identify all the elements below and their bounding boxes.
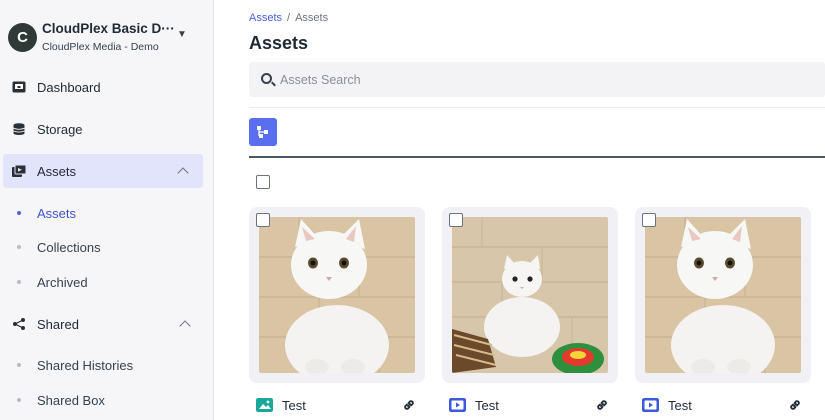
account-switcher[interactable]: C CloudPlex Basic D··· CloudPlex Media -… (8, 18, 208, 60)
asset-checkbox[interactable] (256, 213, 270, 227)
sidebar-subitem-shared-histories[interactable]: Shared Histories (0, 352, 214, 378)
sidebar-subitem-archived[interactable]: Archived (0, 269, 214, 295)
sidebar-item-label: Storage (37, 121, 83, 137)
asset-name[interactable]: Test (475, 398, 499, 413)
asset-card-footer: Test (442, 396, 609, 414)
bullet-icon (17, 211, 21, 215)
account-name: CloudPlex Basic D··· (42, 21, 175, 36)
sidebar-item-assets[interactable]: Assets (3, 154, 203, 188)
sidebar-item-storage[interactable]: Storage (0, 112, 214, 146)
sidebar: C CloudPlex Basic D··· CloudPlex Media -… (0, 0, 214, 420)
sidebar-subitem-label: Archived (37, 275, 88, 290)
search-icon (261, 73, 272, 84)
dashboard-icon (12, 81, 26, 93)
breadcrumb-current: Assets (295, 12, 329, 24)
sidebar-item-label: Assets (37, 163, 77, 179)
bullet-icon (17, 245, 21, 249)
asset-card-footer: Test (249, 396, 416, 414)
breadcrumb: Assets / Assets (249, 12, 328, 24)
asset-card[interactable] (635, 207, 811, 383)
account-org: CloudPlex Media - Demo (42, 41, 159, 53)
search-input[interactable] (280, 62, 800, 97)
asset-card[interactable] (249, 207, 425, 383)
sidebar-item-dashboard[interactable]: Dashboard (0, 70, 214, 104)
link-icon[interactable] (595, 398, 609, 412)
sidebar-subitem-assets[interactable]: Assets (0, 200, 214, 226)
video-icon (449, 398, 466, 412)
asset-checkbox[interactable] (449, 213, 463, 227)
hierarchy-icon (257, 126, 268, 138)
database-icon (13, 123, 25, 135)
divider (249, 156, 825, 158)
select-all-checkbox[interactable] (256, 175, 270, 189)
sidebar-subitem-label: Shared Box (37, 393, 105, 408)
bullet-icon (17, 280, 21, 284)
caret-down-icon[interactable]: ▼ (177, 29, 187, 40)
avatar: C (8, 23, 37, 52)
sidebar-subitem-label: Shared Histories (37, 358, 134, 373)
asset-thumbnail[interactable] (645, 217, 801, 373)
asset-name[interactable]: Test (668, 398, 692, 413)
sidebar-subitem-shared-box[interactable]: Shared Box (0, 387, 214, 413)
divider (249, 107, 825, 108)
chevron-up-icon[interactable] (179, 320, 191, 332)
assets-icon (12, 165, 26, 177)
tree-view-button[interactable] (249, 118, 277, 146)
asset-card[interactable] (442, 207, 618, 383)
video-icon (642, 398, 659, 412)
bullet-icon (17, 398, 21, 402)
asset-checkbox[interactable] (642, 213, 656, 227)
asset-thumbnail[interactable] (259, 217, 415, 373)
page-title: Assets (249, 33, 309, 53)
bullet-icon (17, 363, 21, 367)
link-icon[interactable] (402, 398, 416, 412)
sidebar-subitem-label: Assets (37, 206, 77, 221)
main-content: Assets / Assets Assets Assets Search Tes… (249, 0, 825, 420)
sidebar-subitem-label: Collections (37, 240, 101, 255)
sidebar-item-label: Dashboard (37, 79, 101, 95)
asset-thumbnail[interactable] (452, 217, 608, 373)
breadcrumb-link-assets[interactable]: Assets (249, 12, 282, 24)
asset-card-footer: Test (635, 396, 802, 414)
image-icon (256, 398, 273, 412)
breadcrumb-separator: / (287, 12, 291, 24)
sidebar-item-shared[interactable]: Shared (0, 307, 214, 341)
search-bar[interactable] (249, 62, 825, 97)
link-icon[interactable] (788, 398, 802, 412)
sidebar-item-label: Shared (37, 316, 79, 332)
share-icon (13, 318, 25, 330)
chevron-up-icon[interactable] (177, 167, 189, 179)
asset-name[interactable]: Test (282, 398, 306, 413)
sidebar-subitem-collections[interactable]: Collections (0, 234, 214, 260)
